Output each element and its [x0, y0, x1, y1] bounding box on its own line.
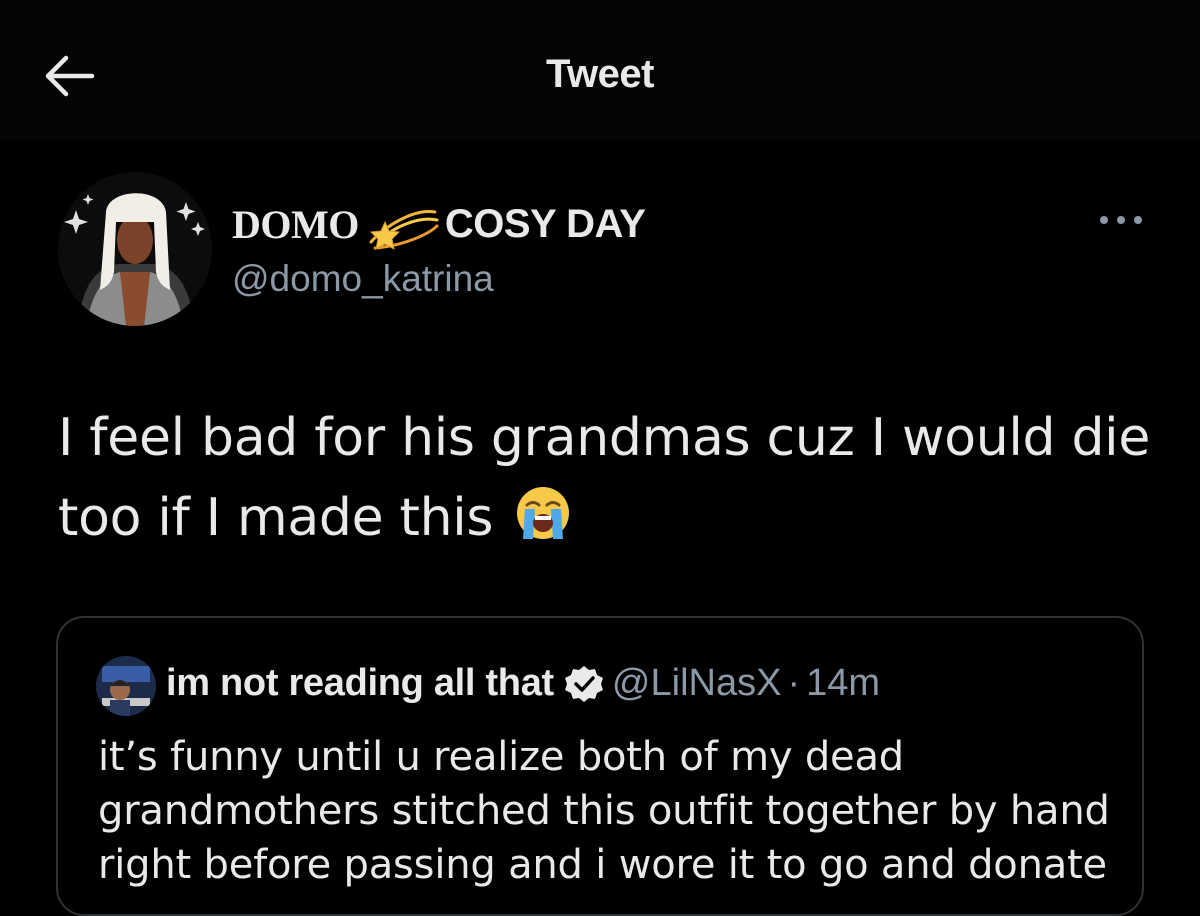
- avatar-image: [58, 172, 212, 326]
- author-handle[interactable]: @domo_katrina: [232, 258, 494, 300]
- quoted-handle[interactable]: @LilNasX: [612, 662, 782, 705]
- loudly-crying-face-icon: [517, 487, 570, 539]
- quoted-timestamp[interactable]: 14m: [806, 662, 880, 705]
- dizzy-emoji-icon: [369, 210, 439, 250]
- quoted-display-name[interactable]: im not reading all that: [166, 662, 554, 705]
- top-navigation-bar: Tweet: [0, 0, 1200, 140]
- author-avatar[interactable]: [58, 172, 212, 326]
- tweet-text: I feel bad for his grandmas cuz I would …: [58, 408, 1151, 548]
- header-separator: ·: [787, 662, 801, 704]
- author-display-name[interactable]: DOMO COSY DAY: [232, 198, 646, 250]
- tweet-body: I feel bad for his grandmas cuz I would …: [58, 398, 1158, 558]
- page-title: Tweet: [546, 52, 654, 96]
- display-name-text-1: DOMO: [232, 201, 359, 247]
- quoted-tweet-card[interactable]: im not reading all that @LilNasX · 14m i…: [56, 616, 1144, 916]
- more-options-button[interactable]: [1096, 205, 1146, 235]
- quoted-tweet-text: it’s funny until u realize both of my de…: [98, 734, 1110, 888]
- quoted-tweet-header: im not reading all that @LilNasX · 14m: [166, 662, 880, 705]
- display-name-text-2: COSY DAY: [444, 201, 646, 246]
- quoted-avatar-image: [96, 656, 156, 716]
- quoted-author-avatar[interactable]: [96, 656, 156, 716]
- verified-badge-icon: [564, 665, 603, 702]
- more-horizontal-icon: [1100, 216, 1142, 224]
